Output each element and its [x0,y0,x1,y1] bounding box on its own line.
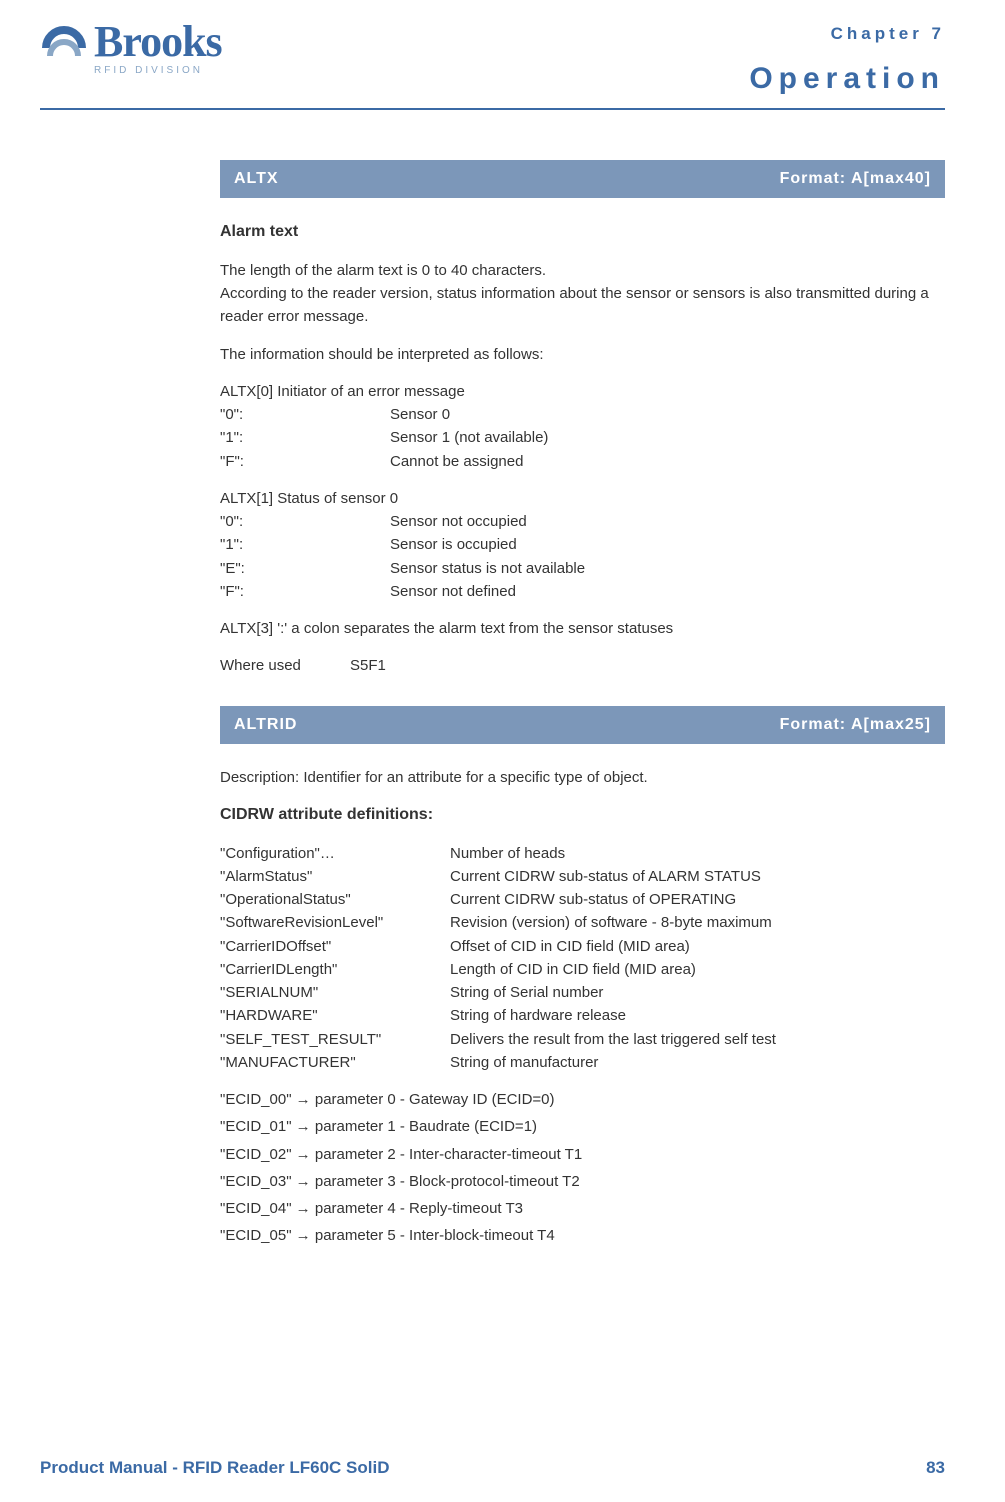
definition-row: "SoftwareRevisionLevel"Revision (version… [220,911,945,934]
footer-manual-title: Product Manual - RFID Reader LF60C SoliD [40,1458,390,1478]
bar-format: Format: A[max25] [780,716,931,734]
where-used-label: Where used [220,654,350,677]
definition-row: "F":Cannot be assigned [220,450,945,473]
definition-row: "Configuration"…Number of heads [220,842,945,865]
definition-key: "CarrierIDLength" [220,958,450,981]
definition-key: "E": [220,557,390,580]
definition-value: Revision (version) of software - 8-byte … [450,911,945,934]
definition-row: "HARDWARE"String of hardware release [220,1004,945,1027]
definition-value: Length of CID in CID field (MID area) [450,958,945,981]
definition-key: "1": [220,426,390,449]
body-text: The information should be interpreted as… [220,343,945,366]
definition-row: "1":Sensor is occupied [220,533,945,556]
definition-key: "CarrierIDOffset" [220,935,450,958]
body-text: The length of the alarm text is 0 to 40 … [220,259,945,282]
section-bar-altrid: ALTRID Format: A[max25] [220,706,945,744]
altx3-text: ALTX[3] ':' a colon separates the alarm … [220,617,945,640]
brand-division: RFID DIVISION [94,66,222,76]
definition-row: "1":Sensor 1 (not available) [220,426,945,449]
body-text: Description: Identifier for an attribute… [220,766,945,789]
definition-key: "HARDWARE" [220,1004,450,1027]
definition-value: Sensor 1 (not available) [390,426,945,449]
definition-key: "0": [220,403,390,426]
definition-value: Sensor not defined [390,580,945,603]
definition-row: "OperationalStatus"Current CIDRW sub-sta… [220,888,945,911]
altx0-heading: ALTX[0] Initiator of an error message [220,380,945,403]
bar-title: ALTRID [234,716,297,734]
definition-value: String of Serial number [450,981,945,1004]
definition-value: Sensor status is not available [390,557,945,580]
subheading-cidrw-defs: CIDRW attribute definitions: [220,803,945,828]
chapter-title: Operation [749,62,945,96]
definition-row: "MANUFACTURER"String of manufacturer [220,1051,945,1074]
definition-key: "SERIALNUM" [220,981,450,1004]
definition-value: Sensor 0 [390,403,945,426]
definition-key: "MANUFACTURER" [220,1051,450,1074]
ecid-line: "ECID_05" → parameter 5 - Inter-block-ti… [220,1224,945,1247]
definition-key: "SELF_TEST_RESULT" [220,1028,450,1051]
definition-row: "E":Sensor status is not available [220,557,945,580]
header-divider [40,108,945,110]
definition-key: "OperationalStatus" [220,888,450,911]
definition-value: Sensor is occupied [390,533,945,556]
definition-value: Current CIDRW sub-status of OPERATING [450,888,945,911]
ecid-line: "ECID_01" → parameter 1 - Baudrate (ECID… [220,1115,945,1138]
ecid-line: "ECID_04" → parameter 4 - Reply-timeout … [220,1197,945,1220]
definition-key: "SoftwareRevisionLevel" [220,911,450,934]
definition-key: "Configuration"… [220,842,450,865]
altx1-heading: ALTX[1] Status of sensor 0 [220,487,945,510]
where-used-value: S5F1 [350,654,945,677]
definition-row: "0":Sensor not occupied [220,510,945,533]
definition-value: Number of heads [450,842,945,865]
definition-value: Sensor not occupied [390,510,945,533]
chapter-label: Chapter 7 [749,24,945,44]
definition-row: "CarrierIDLength"Length of CID in CID fi… [220,958,945,981]
bar-format: Format: A[max40] [780,170,931,188]
definition-key: "1": [220,533,390,556]
definition-row: "F":Sensor not defined [220,580,945,603]
definition-row: "0":Sensor 0 [220,403,945,426]
definition-value: String of hardware release [450,1004,945,1027]
footer-page-number: 83 [926,1458,945,1478]
subheading-alarm-text: Alarm text [220,220,945,245]
definition-key: "AlarmStatus" [220,865,450,888]
section-bar-altx: ALTX Format: A[max40] [220,160,945,198]
definition-value: String of manufacturer [450,1051,945,1074]
definition-value: Cannot be assigned [390,450,945,473]
body-text: According to the reader version, status … [220,282,945,329]
definition-row: "SELF_TEST_RESULT"Delivers the result fr… [220,1028,945,1051]
ecid-line: "ECID_00" → parameter 0 - Gateway ID (EC… [220,1088,945,1111]
bar-title: ALTX [234,170,279,188]
definition-row: "CarrierIDOffset"Offset of CID in CID fi… [220,935,945,958]
brand-name: Brooks [94,20,222,64]
definition-value: Delivers the result from the last trigge… [450,1028,945,1051]
definition-row: "SERIALNUM"String of Serial number [220,981,945,1004]
definition-key: "F": [220,450,390,473]
brooks-arc-icon [40,24,88,72]
definition-key: "F": [220,580,390,603]
brand-logo: Brooks RFID DIVISION [40,20,222,76]
definition-value: Offset of CID in CID field (MID area) [450,935,945,958]
ecid-line: "ECID_02" → parameter 2 - Inter-characte… [220,1143,945,1166]
ecid-line: "ECID_03" → parameter 3 - Block-protocol… [220,1170,945,1193]
definition-row: "AlarmStatus"Current CIDRW sub-status of… [220,865,945,888]
definition-value: Current CIDRW sub-status of ALARM STATUS [450,865,945,888]
definition-key: "0": [220,510,390,533]
